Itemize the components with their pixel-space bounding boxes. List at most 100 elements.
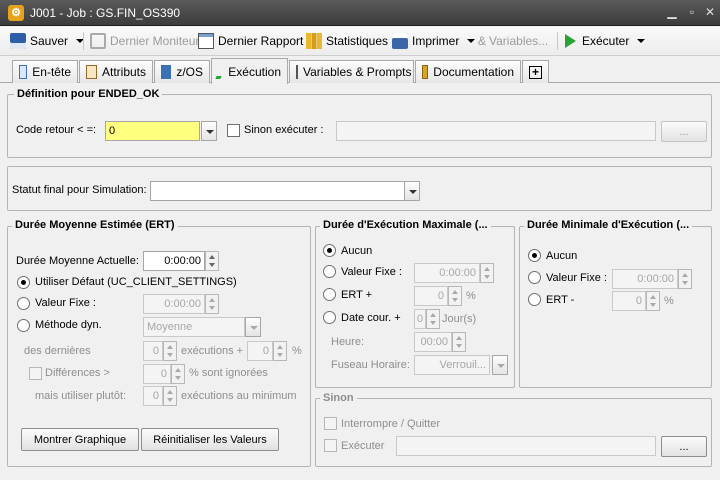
else-execute-input[interactable] <box>336 121 656 141</box>
tab-add[interactable]: + <box>522 60 549 83</box>
tab-zos[interactable]: z/OS <box>154 60 210 83</box>
simulation-dropdown[interactable] <box>404 181 420 201</box>
max-hour-input[interactable]: 00:00 <box>414 332 452 352</box>
max-hour-spinner[interactable] <box>452 332 466 352</box>
report-icon <box>198 33 214 49</box>
max-ert-input[interactable]: 0 <box>414 286 448 306</box>
else-execute-browse-button[interactable]: ... <box>661 121 707 142</box>
min-runtime-title: Durée Minimale d'Exécution (... <box>524 219 693 231</box>
book-icon <box>422 65 429 79</box>
ert-exec-min-label: exécutions au minimum <box>181 390 297 402</box>
toolbar: Sauver Dernier Moniteur Dernier Rapport … <box>0 27 720 56</box>
chevron-down-icon[interactable] <box>637 39 646 43</box>
ert-default-label: Utiliser Défaut (UC_CLIENT_SETTINGS) <box>35 276 237 288</box>
return-code-input[interactable]: 0 <box>105 121 200 141</box>
tab-header[interactable]: En-tête <box>12 60 78 83</box>
variables-prompts-icon <box>296 65 298 79</box>
chevron-down-icon[interactable] <box>467 39 476 43</box>
ert-diff-checkbox[interactable] <box>29 367 42 380</box>
max-fixed-input[interactable]: 0:00:00 <box>414 263 480 283</box>
ert-current-spinner[interactable] <box>205 251 219 271</box>
else-execute-checkbox[interactable] <box>227 124 240 137</box>
min-none-label: Aucun <box>546 250 578 262</box>
min-ert-radio[interactable] <box>528 293 541 306</box>
tab-execution[interactable]: Exécution <box>211 58 288 84</box>
return-code-dropdown[interactable] <box>201 121 217 141</box>
print-button[interactable]: Imprimer <box>392 31 476 51</box>
last-report-button[interactable]: Dernier Rapport <box>198 31 303 51</box>
min-ert-pct-label: % <box>664 295 674 307</box>
statistics-label: Statistiques <box>326 34 389 48</box>
statistics-button[interactable]: Statistiques <box>306 31 388 51</box>
tab-attributes[interactable]: Attributs <box>79 60 153 83</box>
tab-variables-prompts[interactable]: Variables & Prompts <box>289 60 414 83</box>
ert-last-spinner[interactable] <box>163 341 177 361</box>
max-date-input[interactable]: 0 <box>414 309 426 329</box>
max-tz-select[interactable]: Verrouil... <box>414 355 490 375</box>
execution-icon <box>215 64 226 79</box>
printer-icon <box>392 33 408 49</box>
last-monitor-button[interactable]: Dernier Moniteur <box>90 31 199 51</box>
print-label: Imprimer <box>412 34 460 48</box>
max-tz-dropdown[interactable] <box>492 355 508 375</box>
tab-label: Exécution <box>228 64 281 79</box>
execute-label: Exécuter <box>582 34 630 48</box>
reset-values-button[interactable]: Réinitialiser les Valeurs <box>141 428 279 451</box>
ert-pct-spinner[interactable] <box>273 341 287 361</box>
min-fixed-radio[interactable] <box>528 271 541 284</box>
simulation-select[interactable] <box>150 181 405 201</box>
ert-fixed-spinner[interactable] <box>205 294 219 314</box>
else-execute-input[interactable] <box>396 436 656 456</box>
ert-default-radio[interactable] <box>17 276 30 289</box>
ert-min-spinner[interactable] <box>163 386 177 406</box>
tab-documentation[interactable]: Documentation <box>415 60 521 83</box>
ert-last-input[interactable]: 0 <box>143 341 163 361</box>
ert-fixed-radio[interactable] <box>17 297 30 310</box>
minimize-icon[interactable]: ▁ <box>664 5 680 20</box>
save-button[interactable]: Sauver <box>10 31 85 51</box>
ert-fixed-label: Valeur Fixe : <box>35 297 96 309</box>
execute-button[interactable]: Exécuter <box>565 31 646 51</box>
max-date-radio[interactable] <box>323 311 336 324</box>
tab-label: En-tête <box>32 65 71 79</box>
ert-min-input[interactable]: 0 <box>143 386 163 406</box>
max-date-spinner[interactable] <box>426 309 440 329</box>
else-execute-checkbox[interactable] <box>324 439 337 452</box>
ert-pct-label: % <box>292 345 302 357</box>
min-none-radio[interactable] <box>528 249 541 262</box>
tab-label: Variables & Prompts <box>303 65 412 79</box>
ert-current-label: Durée Moyenne Actuelle: <box>16 255 139 267</box>
max-ert-spinner[interactable] <box>448 286 462 306</box>
ert-diff-input[interactable]: 0 <box>143 364 171 384</box>
toolbar-separator <box>557 32 558 50</box>
ert-dyn-label: Méthode dyn. <box>35 319 102 331</box>
show-graph-button[interactable]: Montrer Graphique <box>21 428 139 451</box>
else-abort-checkbox[interactable] <box>324 417 337 430</box>
else-abort-label: Interrompre / Quitter <box>341 418 441 430</box>
else-browse-button[interactable]: ... <box>661 436 707 457</box>
min-fixed-input[interactable]: 0:00:00 <box>612 269 678 289</box>
max-none-radio[interactable] <box>323 244 336 257</box>
max-ert-radio[interactable] <box>323 288 336 301</box>
ert-dyn-radio[interactable] <box>17 319 30 332</box>
job-icon: ⚙ <box>8 5 24 21</box>
min-fixed-spinner[interactable] <box>678 269 692 289</box>
max-ert-label: ERT + <box>341 289 373 301</box>
ert-fixed-input[interactable]: 0:00:00 <box>143 294 205 314</box>
min-ert-input[interactable]: 0 <box>612 291 646 311</box>
ert-ignored-label: % sont ignorées <box>189 367 268 379</box>
ert-dyn-dropdown[interactable] <box>245 317 261 337</box>
else-group <box>315 398 712 467</box>
ert-current-input[interactable]: 0:00:00 <box>143 251 205 271</box>
ert-diff-spinner[interactable] <box>171 364 185 384</box>
maximize-icon[interactable]: ▫ <box>684 5 700 20</box>
variables-button[interactable]: & Variables... <box>478 31 548 51</box>
ert-pct-input[interactable]: 0 <box>247 341 273 361</box>
max-fixed-radio[interactable] <box>323 265 336 278</box>
max-fixed-spinner[interactable] <box>480 263 494 283</box>
ert-dyn-select[interactable]: Moyenne <box>143 317 245 337</box>
close-icon[interactable]: ✕ <box>702 5 718 20</box>
min-fixed-label: Valeur Fixe : <box>546 272 607 284</box>
else-title: Sinon <box>320 392 357 404</box>
min-ert-spinner[interactable] <box>646 291 660 311</box>
